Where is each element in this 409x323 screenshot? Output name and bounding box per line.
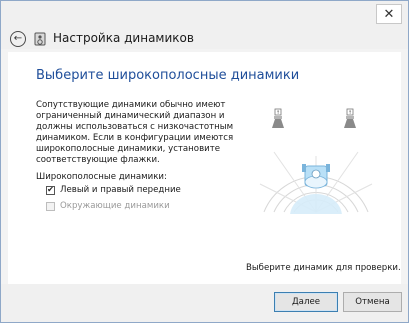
speaker-setup-window: ✕ ← Настройка динамиков Выберите широкоп… [0, 0, 409, 323]
surround-speakers-label: Окружающие динамики [60, 201, 170, 211]
front-left-right-checkbox-row[interactable]: ✔ Левый и правый передние [46, 185, 181, 195]
front-left-right-checkbox[interactable]: ✔ [46, 185, 55, 195]
front-left-right-label: Левый и правый передние [60, 185, 181, 195]
back-arrow-icon: ← [13, 33, 23, 44]
svg-text:↑: ↑ [276, 110, 280, 116]
checkmark-icon: ✔ [47, 185, 54, 194]
next-button[interactable]: Далее [274, 292, 338, 312]
speaker-app-icon [34, 32, 46, 46]
title-bar: ✕ ← Настройка динамиков [1, 1, 408, 49]
main-panel: Выберите широкополосные динамики Сопутст… [8, 52, 401, 284]
svg-text:↑: ↑ [348, 110, 352, 116]
cancel-button[interactable]: Отмена [343, 292, 402, 312]
dialog-footer: Далее Отмена [1, 284, 408, 322]
test-speaker-hint: Выберите динамик для проверки. [246, 263, 401, 273]
surround-speakers-checkbox [46, 201, 55, 211]
fullrange-speakers-label: Широкополосные динамики: [36, 172, 167, 182]
front-right-speaker-icon[interactable]: ↑ [344, 108, 356, 128]
window-title: Настройка динамиков [53, 31, 194, 45]
front-left-speaker-icon[interactable]: ↑ [272, 108, 284, 128]
surround-speakers-checkbox-row: Окружающие динамики [46, 201, 170, 211]
close-icon: ✕ [383, 6, 395, 22]
page-heading: Выберите широкополосные динамики [36, 68, 300, 83]
close-button[interactable]: ✕ [376, 4, 402, 24]
speaker-diagram: ↑ ↑ [259, 108, 373, 214]
page-description: Сопутствующие динамики обычно имеют огра… [36, 100, 234, 165]
listener-icon [302, 164, 330, 189]
back-button[interactable]: ← [10, 31, 26, 47]
